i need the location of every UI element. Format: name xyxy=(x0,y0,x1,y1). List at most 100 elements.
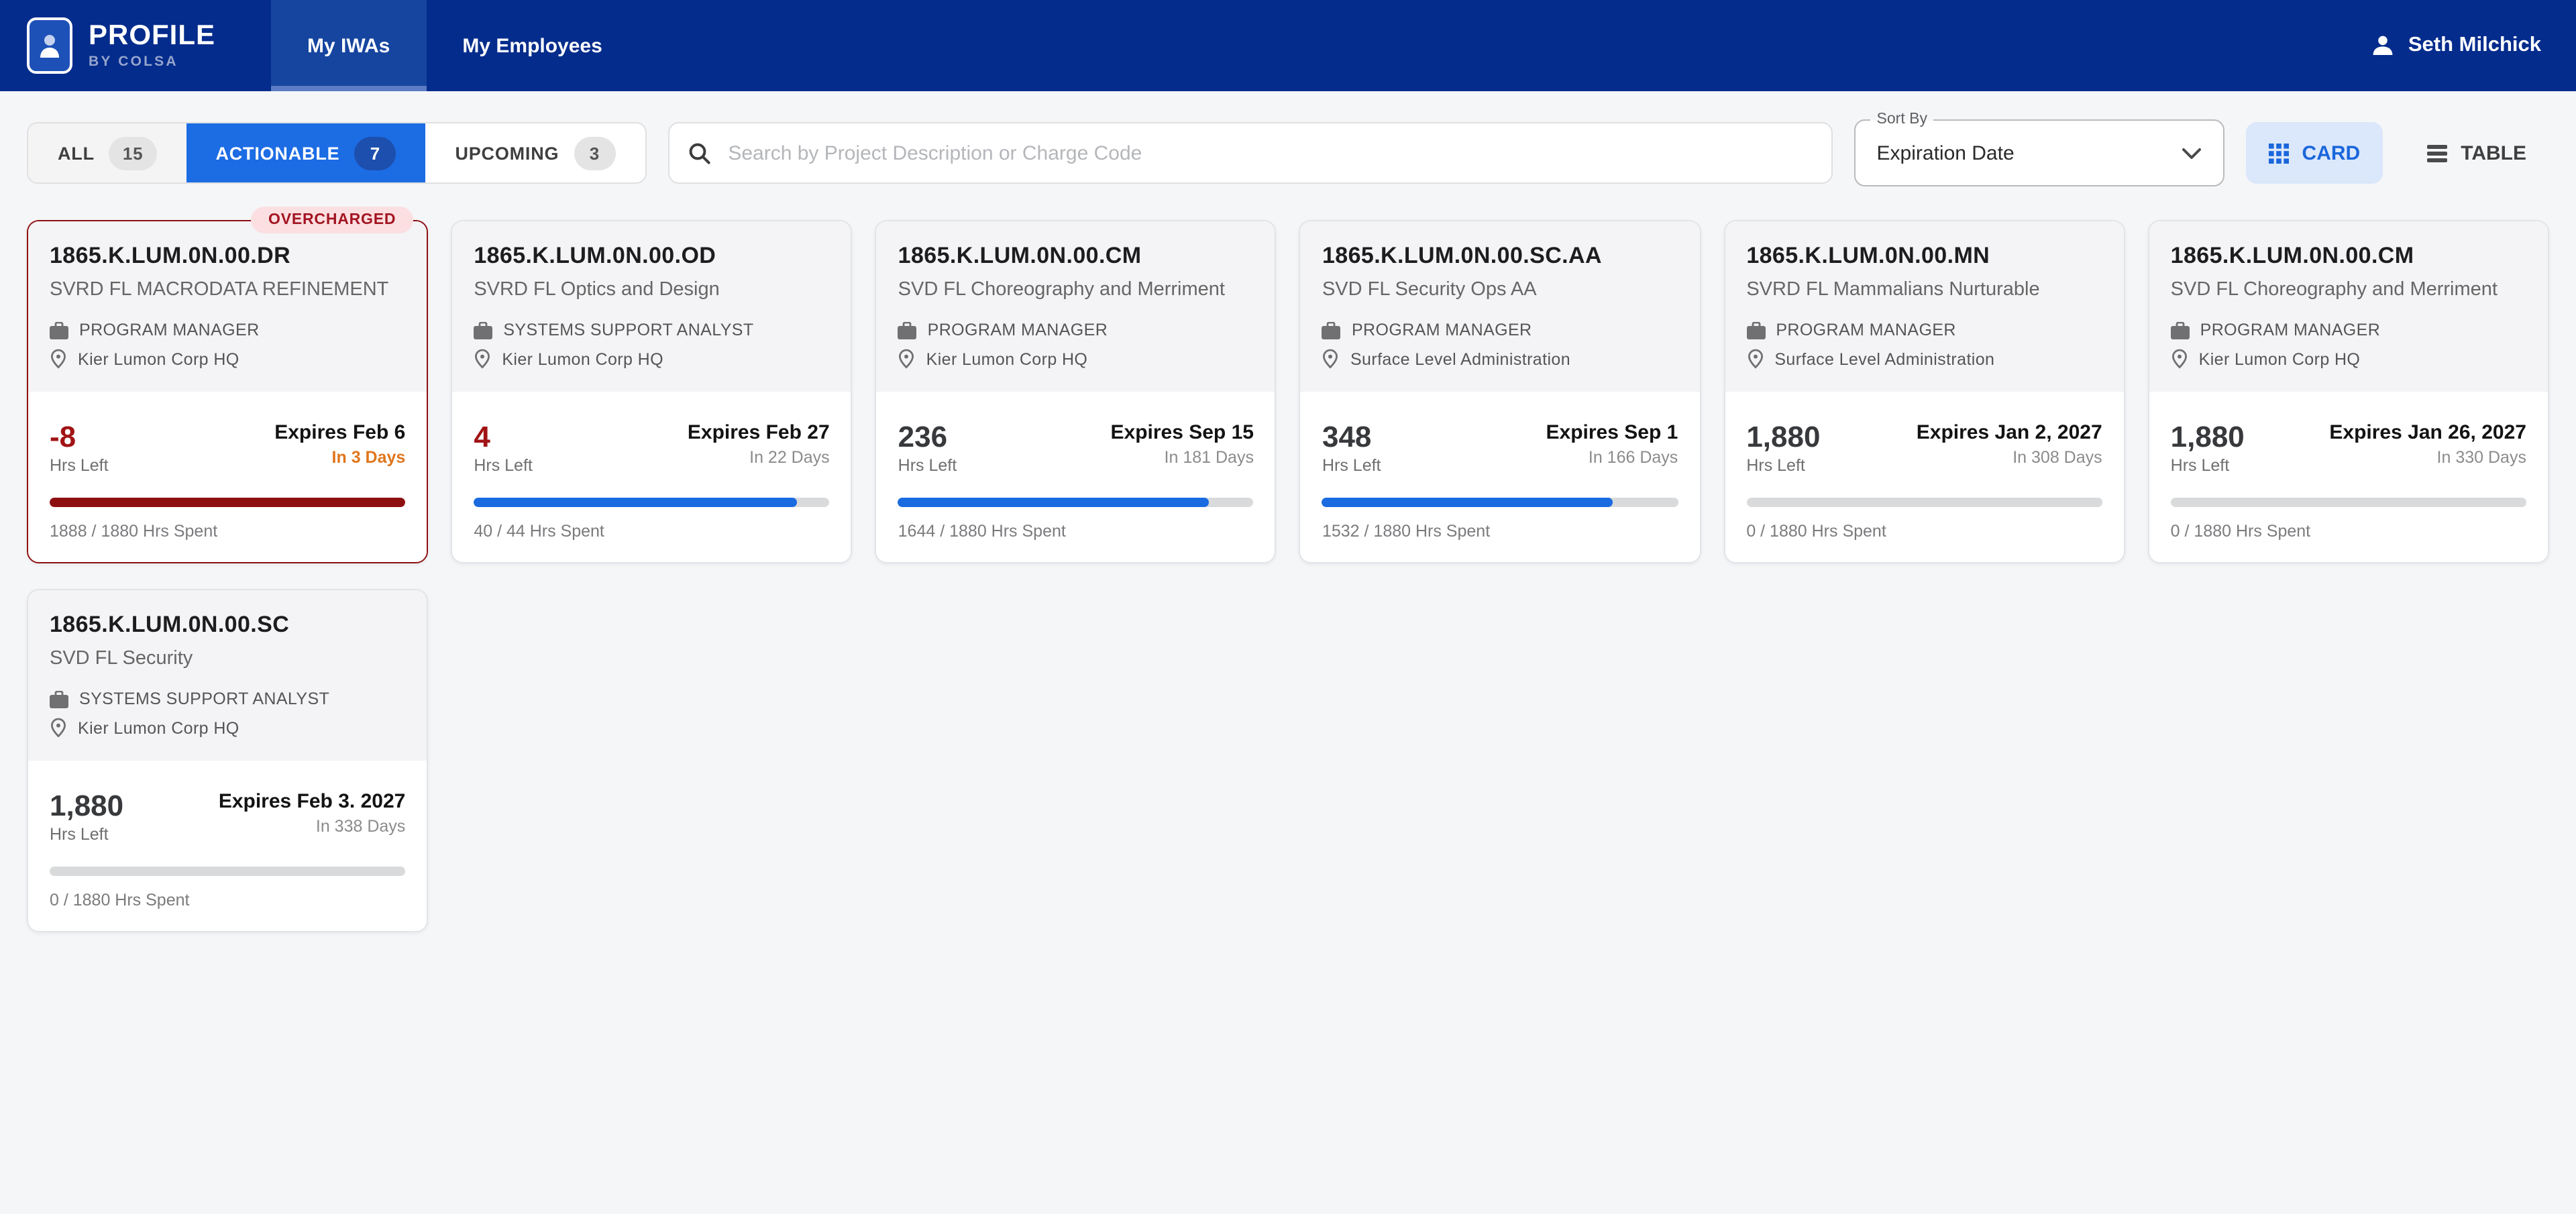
filter-all-label: ALL xyxy=(58,143,95,163)
location-pin-icon xyxy=(1322,349,1340,369)
expiry-block: Expires Feb 3. 2027 In 338 Days xyxy=(219,790,406,836)
sort-by-value: Expiration Date xyxy=(1877,142,2015,164)
card-stats-section: 1,880 Hrs Left Expires Jan 2, 2027 In 30… xyxy=(1725,392,2123,562)
stats-row: 1,880 Hrs Left Expires Feb 3. 2027 In 33… xyxy=(50,790,405,844)
hours-left-block: 236 Hrs Left xyxy=(898,421,957,475)
briefcase-icon xyxy=(1746,321,1765,339)
stats-row: 1,880 Hrs Left Expires Jan 26, 2027 In 3… xyxy=(2171,421,2526,475)
charge-code: 1865.K.LUM.0N.00.CM xyxy=(898,243,1254,270)
charge-code: 1865.K.LUM.0N.00.CM xyxy=(2171,243,2526,270)
table-view-button[interactable]: TABLE xyxy=(2404,122,2549,184)
charge-code: 1865.K.LUM.0N.00.DR xyxy=(50,243,405,270)
filter-upcoming[interactable]: UPCOMING 3 xyxy=(425,123,645,182)
iwa-card[interactable]: 1865.K.LUM.0N.00.OD SVRD FL Optics and D… xyxy=(451,220,852,563)
app-root: PROFILE BY COLSA My IWAs My Employees Se… xyxy=(0,0,2576,1214)
brand-title: PROFILE xyxy=(89,21,215,50)
expiry-block: Expires Sep 1 In 166 Days xyxy=(1546,421,1678,467)
card-header-section: 1865.K.LUM.0N.00.OD SVRD FL Optics and D… xyxy=(452,221,851,392)
role-row: PROGRAM MANAGER xyxy=(2171,321,2526,339)
filter-actionable[interactable]: ACTIONABLE 7 xyxy=(186,123,425,182)
hours-spent-label: 1644 / 1880 Hrs Spent xyxy=(898,522,1254,541)
stats-row: -8 Hrs Left Expires Feb 6 In 3 Days xyxy=(50,421,405,475)
card-stats-section: -8 Hrs Left Expires Feb 6 In 3 Days 1888… xyxy=(28,392,427,562)
location-row: Kier Lumon Corp HQ xyxy=(50,718,405,738)
hours-spent-label: 40 / 44 Hrs Spent xyxy=(474,522,829,541)
charge-code: 1865.K.LUM.0N.00.SC.AA xyxy=(1322,243,1678,270)
expiry-block: Expires Jan 26, 2027 In 330 Days xyxy=(2329,421,2526,467)
iwa-card[interactable]: 1865.K.LUM.0N.00.CM SVD FL Choreography … xyxy=(2148,220,2549,563)
hours-progress-bar xyxy=(2171,498,2526,507)
hours-left-value: 1,880 xyxy=(2171,421,2245,452)
location-row: Surface Level Administration xyxy=(1322,349,1678,369)
expiry-block: Expires Jan 2, 2027 In 308 Days xyxy=(1917,421,2102,467)
days-remaining: In 330 Days xyxy=(2329,448,2526,467)
role-label: PROGRAM MANAGER xyxy=(79,321,260,339)
hours-progress-bar xyxy=(1746,498,2102,507)
sort-by-select[interactable]: Sort By Expiration Date xyxy=(1854,119,2224,186)
role-row: PROGRAM MANAGER xyxy=(898,321,1254,339)
tab-my-employees[interactable]: My Employees xyxy=(426,0,638,91)
location-row: Kier Lumon Corp HQ xyxy=(50,349,405,369)
table-rows-icon xyxy=(2427,144,2447,162)
user-icon xyxy=(2371,34,2395,58)
expires-date: Expires Feb 3. 2027 xyxy=(219,790,406,813)
project-description: SVRD FL MACRODATA REFINEMENT xyxy=(50,279,405,300)
hours-left-value: 4 xyxy=(474,421,533,452)
iwa-card[interactable]: 1865.K.LUM.0N.00.CM SVD FL Choreography … xyxy=(875,220,1277,563)
hours-progress-fill xyxy=(1322,498,1612,507)
card-header-section: 1865.K.LUM.0N.00.CM SVD FL Choreography … xyxy=(877,221,1275,392)
card-view-button[interactable]: CARD xyxy=(2246,122,2383,184)
hours-left-value: 348 xyxy=(1322,421,1381,452)
expiry-block: Expires Feb 27 In 22 Days xyxy=(688,421,830,467)
iwa-card[interactable]: 1865.K.LUM.0N.00.MN SVRD FL Mammalians N… xyxy=(1723,220,2125,563)
hours-left-block: 4 Hrs Left xyxy=(474,421,533,475)
hours-left-block: 348 Hrs Left xyxy=(1322,421,1381,475)
iwa-card[interactable]: OVERCHARGED 1865.K.LUM.0N.00.DR SVRD FL … xyxy=(27,220,428,563)
hours-left-label: Hrs Left xyxy=(1746,456,1820,475)
stats-row: 236 Hrs Left Expires Sep 15 In 181 Days xyxy=(898,421,1254,475)
hours-spent-label: 1888 / 1880 Hrs Spent xyxy=(50,522,405,541)
location-label: Kier Lumon Corp HQ xyxy=(926,349,1088,368)
expires-date: Expires Feb 6 xyxy=(274,421,405,444)
location-pin-icon xyxy=(2171,349,2188,369)
hours-left-label: Hrs Left xyxy=(50,825,123,844)
app-header: PROFILE BY COLSA My IWAs My Employees Se… xyxy=(0,0,2576,91)
iwa-card[interactable]: 1865.K.LUM.0N.00.SC.AA SVD FL Security O… xyxy=(1299,220,1701,563)
charge-code: 1865.K.LUM.0N.00.SC xyxy=(50,612,405,639)
card-stats-section: 4 Hrs Left Expires Feb 27 In 22 Days 40 … xyxy=(452,392,851,562)
expires-date: Expires Jan 2, 2027 xyxy=(1917,421,2102,444)
days-remaining: In 338 Days xyxy=(219,817,406,836)
filter-actionable-count: 7 xyxy=(354,136,396,170)
location-pin-icon xyxy=(898,349,916,369)
project-description: SVD FL Security xyxy=(50,648,405,669)
card-header-section: 1865.K.LUM.0N.00.SC.AA SVD FL Security O… xyxy=(1301,221,1699,392)
hours-left-label: Hrs Left xyxy=(898,456,957,475)
hours-progress-fill xyxy=(474,498,797,507)
expiry-block: Expires Feb 6 In 3 Days xyxy=(274,421,405,467)
iwa-card[interactable]: 1865.K.LUM.0N.00.SC SVD FL Security SYST… xyxy=(27,589,428,932)
tab-my-iwas[interactable]: My IWAs xyxy=(271,0,426,91)
hours-left-label: Hrs Left xyxy=(50,456,109,475)
hours-spent-label: 0 / 1880 Hrs Spent xyxy=(1746,522,2102,541)
user-menu[interactable]: Seth Milchick xyxy=(2371,0,2576,91)
search-input[interactable] xyxy=(725,140,1812,166)
role-row: SYSTEMS SUPPORT ANALYST xyxy=(50,689,405,708)
search-icon xyxy=(688,142,710,164)
hours-progress-fill xyxy=(50,498,405,507)
hours-progress-bar xyxy=(1322,498,1678,507)
hours-left-label: Hrs Left xyxy=(2171,456,2245,475)
card-stats-section: 236 Hrs Left Expires Sep 15 In 181 Days … xyxy=(877,392,1275,562)
brand-text: PROFILE BY COLSA xyxy=(89,21,215,70)
project-description: SVD FL Security Ops AA xyxy=(1322,279,1678,300)
profile-logo-icon xyxy=(27,17,72,74)
card-header-section: 1865.K.LUM.0N.00.DR SVRD FL MACRODATA RE… xyxy=(28,221,427,392)
filter-all[interactable]: ALL 15 xyxy=(28,123,186,182)
main-nav: My IWAs My Employees xyxy=(271,0,639,91)
hours-spent-label: 0 / 1880 Hrs Spent xyxy=(50,891,405,909)
location-pin-icon xyxy=(1746,349,1764,369)
role-row: PROGRAM MANAGER xyxy=(1746,321,2102,339)
location-label: Surface Level Administration xyxy=(1350,349,1570,368)
location-label: Kier Lumon Corp HQ xyxy=(2199,349,2361,368)
hours-left-block: -8 Hrs Left xyxy=(50,421,109,475)
expires-date: Expires Sep 1 xyxy=(1546,421,1678,444)
